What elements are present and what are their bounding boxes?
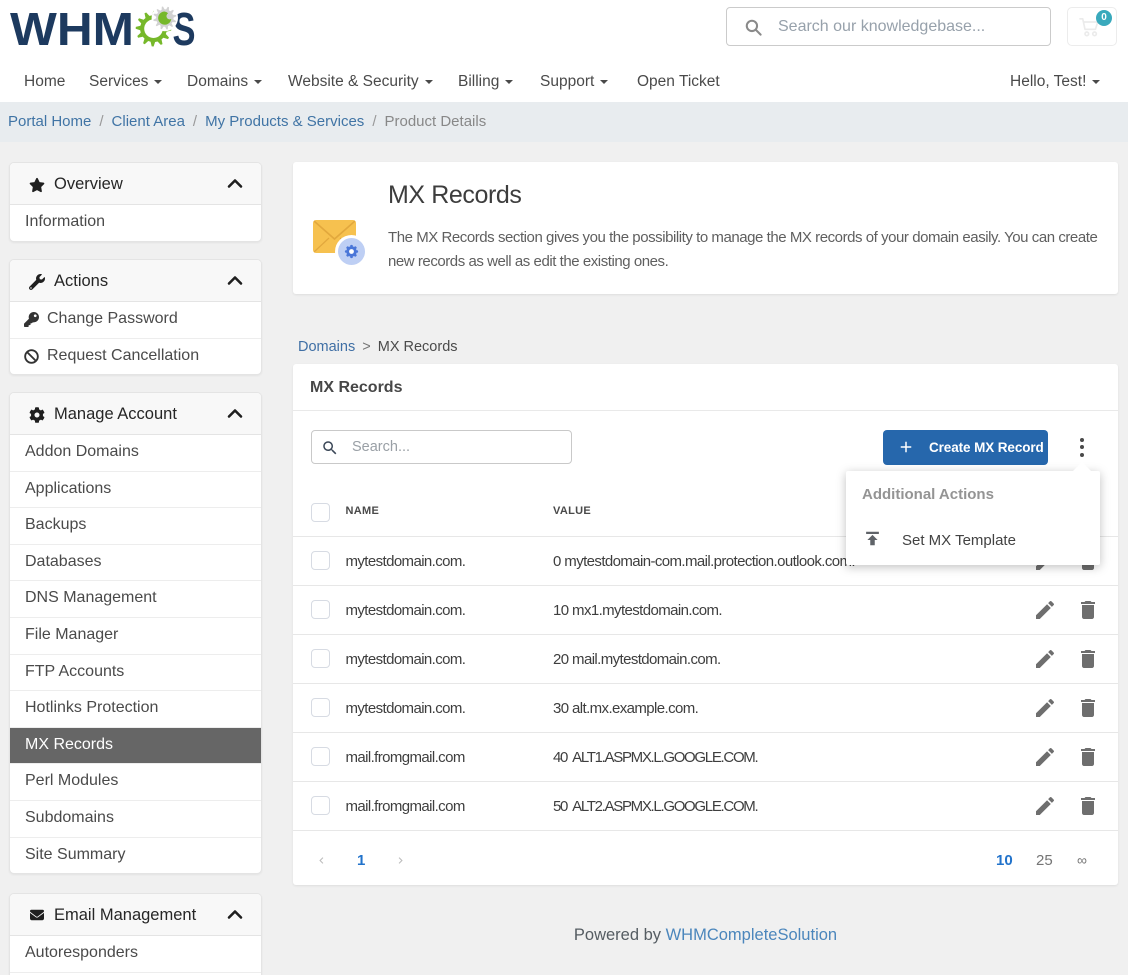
svg-text:S: S — [173, 3, 196, 52]
svg-text:WHM: WHM — [10, 3, 134, 52]
